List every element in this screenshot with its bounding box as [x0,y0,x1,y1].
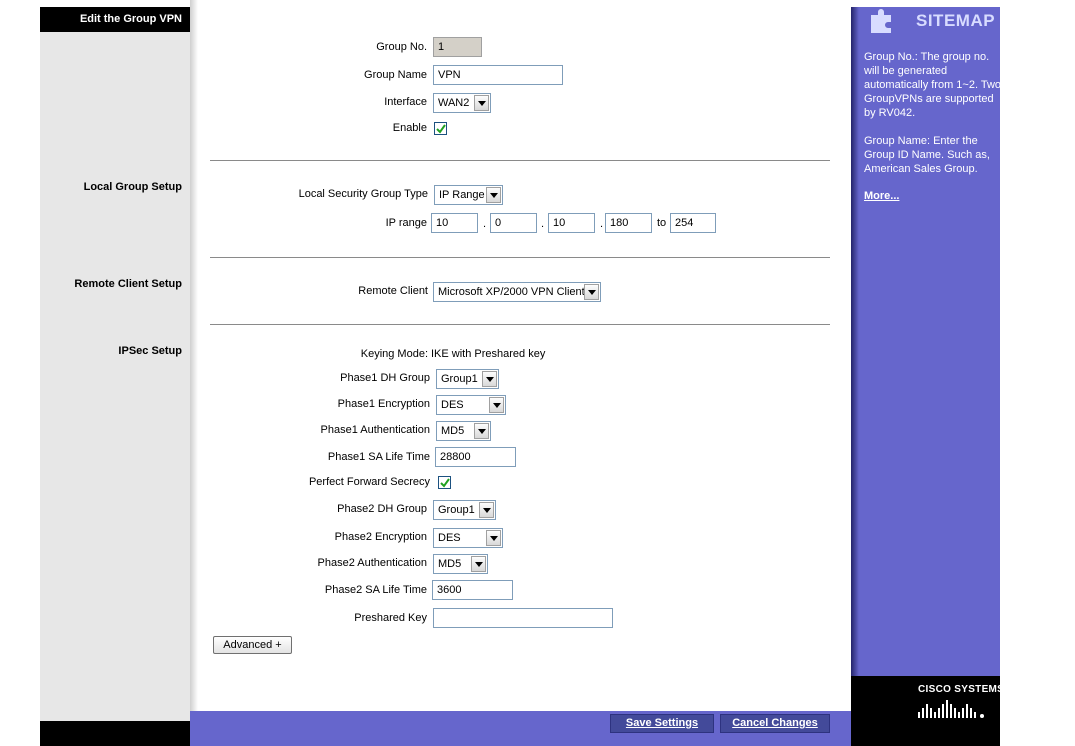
dot-separator: . [600,218,604,230]
left-header: Edit the Group VPN [40,7,190,32]
ip-range-octet4[interactable] [605,213,652,233]
help-text-group-name: Group Name: Enter the Group ID Name. Suc… [864,135,990,175]
save-settings-button[interactable]: Save Settings [610,714,714,733]
phase1-encryption-value: DES [441,399,464,411]
ip-range-octet3[interactable] [548,213,595,233]
cisco-logo-text: CISCO SYSTEMS [918,684,1005,695]
phase1-dh-label: Phase1 DH Group [340,372,430,384]
dot-separator: . [541,218,545,230]
phase1-auth-select[interactable]: MD5 [436,421,491,441]
preshared-key-field[interactable] [433,608,613,628]
phase1-life-label: Phase1 SA Life Time [327,451,430,463]
ip-range-label: IP range [385,217,427,229]
phase2-dh-value: Group1 [438,504,475,516]
chevron-down-icon [486,187,501,203]
chevron-down-icon [482,371,497,387]
section-local-group-setup: Local Group Setup [83,181,182,193]
dot-separator: . [483,218,487,230]
chevron-down-icon [486,530,501,546]
main-shadow [190,0,198,711]
local-group-type-value: IP Range [439,189,485,201]
divider [210,160,830,161]
pfs-label: Perfect Forward Secrecy [308,476,430,488]
phase2-auth-select[interactable]: MD5 [433,554,488,574]
left-column: Edit the Group VPN Local Group Setup Rem… [40,7,190,746]
remote-client-value: Microsoft XP/2000 VPN Client [438,286,585,298]
phase1-encryption-label: Phase1 Encryption [337,398,430,410]
phase1-auth-label: Phase1 Authentication [320,424,430,436]
divider [210,324,830,325]
enable-label: Enable [392,122,427,134]
chevron-down-icon [471,556,486,572]
enable-checkbox[interactable] [434,122,447,135]
keying-mode-value: IKE with Preshared key [431,348,546,360]
phase2-encryption-value: DES [438,532,461,544]
group-no-label: Group No. [376,41,427,53]
phase2-dh-label: Phase2 DH Group [337,503,427,515]
advanced-button[interactable]: Advanced + [213,636,292,654]
section-remote-client-setup: Remote Client Setup [74,278,182,290]
pfs-checkbox[interactable] [438,476,451,489]
check-icon [440,478,450,488]
phase2-life-label: Phase2 SA Life Time [324,584,427,596]
phase2-encryption-label: Phase2 Encryption [334,531,427,543]
chevron-down-icon [474,423,489,439]
chevron-down-icon [489,397,504,413]
local-group-type-label: Local Security Group Type [298,188,428,200]
phase2-auth-label: Phase2 Authentication [317,557,427,569]
group-name-label: Group Name [364,69,427,81]
check-icon [436,124,446,134]
help-text-group-no: Group No.: The group no. will be generat… [864,51,1002,119]
remote-client-select[interactable]: Microsoft XP/2000 VPN Client [433,282,601,302]
phase2-dh-select[interactable]: Group1 [433,500,496,520]
phase2-auth-value: MD5 [438,558,462,570]
phase1-dh-select[interactable]: Group1 [436,369,499,389]
cisco-bridge-logo-icon [918,700,984,718]
ip-range-end[interactable] [670,213,716,233]
cancel-changes-button[interactable]: Cancel Changes [720,714,830,733]
interface-select-value: WAN2 [438,97,470,109]
interface-select[interactable]: WAN2 [433,93,491,113]
interface-label: Interface [384,96,427,108]
chevron-down-icon [474,95,489,111]
section-ipsec-setup: IPSec Setup [118,345,182,357]
phase2-encryption-select[interactable]: DES [433,528,503,548]
sitemap-title: SITEMAP [916,11,996,30]
phase1-auth-value: MD5 [441,425,465,437]
ip-range-octet1[interactable] [431,213,478,233]
phase1-dh-value: Group1 [441,373,478,385]
chevron-down-icon [584,284,599,300]
remote-client-label: Remote Client [358,285,428,297]
page-title: Edit the Group VPN [79,13,182,25]
sitemap-shadow [851,7,859,746]
group-name-field[interactable] [433,65,563,85]
more-link[interactable]: More... [864,190,899,202]
chevron-down-icon [479,502,494,518]
puzzle-icon [871,9,891,33]
group-no-field [433,37,482,57]
phase1-life-field[interactable] [435,447,516,467]
keying-mode-label: Keying Mode: [360,348,428,360]
ip-range-octet2[interactable] [490,213,537,233]
phase2-life-field[interactable] [432,580,513,600]
local-group-type-select[interactable]: IP Range [434,185,503,205]
divider [210,257,830,258]
ip-range-to-label: to [657,217,667,229]
left-footer [40,721,190,746]
preshared-key-label: Preshared Key [354,612,427,624]
phase1-encryption-select[interactable]: DES [436,395,506,415]
